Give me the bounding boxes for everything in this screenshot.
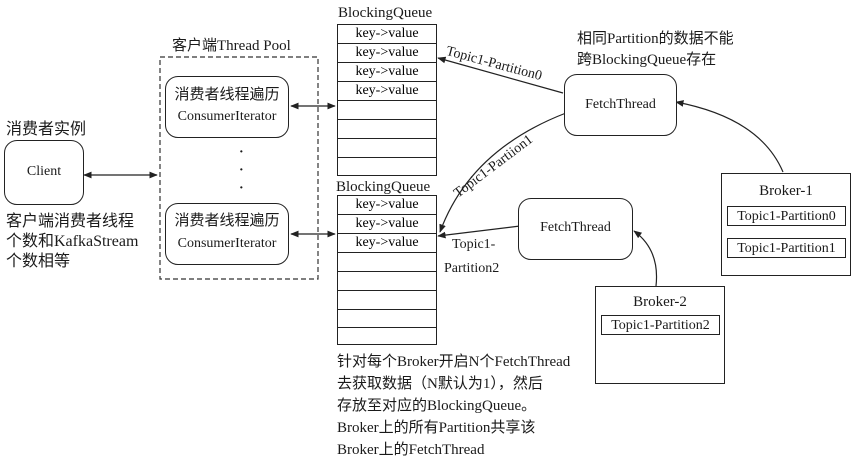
queue-top-slot — [338, 100, 436, 119]
queue-bottom-slot — [338, 271, 436, 290]
broker2-to-fetch-bottom-arrow — [633, 230, 658, 287]
queue-top-item-1: key->value — [338, 24, 436, 43]
queue-top-slot — [338, 138, 436, 157]
client-label: Client — [26, 164, 62, 179]
queue-top-slot — [338, 157, 436, 176]
queue-top-item-2: key->value — [338, 43, 436, 62]
queue-top-item-4: key->value — [338, 81, 436, 100]
queue-bottom-item-3: key->value — [338, 233, 436, 252]
broker-2: Broker-2 Topic1-Partition2 — [595, 286, 725, 384]
bottom-note-line-3: 存放至对应的BlockingQueue。 — [337, 398, 537, 414]
worker-bottom-line1: 消费者线程遍历 — [174, 213, 280, 229]
bottom-note-line-2: 去获取数据（N默认为1），然后 — [337, 376, 543, 392]
queue-bottom-item-2: key->value — [338, 214, 436, 233]
queue-bottom-item-1: key->value — [338, 195, 436, 214]
queue-bottom: key->value key->value key->value — [337, 195, 437, 345]
client-note-line-3: 个数相等 — [6, 253, 71, 270]
ellipsis-dot-3: · — [239, 181, 244, 196]
broker1-to-fetch-top-arrow — [675, 100, 784, 173]
queue-top-slot — [338, 119, 436, 138]
thread-pool-title: 客户端Thread Pool — [172, 38, 291, 54]
broker-1-partition-0: Topic1-Partition0 — [727, 206, 846, 226]
broker-2-partition-2: Topic1-Partition2 — [601, 315, 720, 335]
broker-2-partition-2-label: Topic1-Partition2 — [611, 318, 710, 333]
fetch-thread-top: FetchThread — [564, 74, 677, 136]
client-heading: 消费者实例 — [6, 121, 87, 138]
queue-top: key->value key->value key->value key->va… — [337, 24, 437, 176]
worker-top-line2: ConsumerIterator — [177, 109, 277, 124]
fetch-thread-bottom: FetchThread — [518, 198, 633, 260]
broker-1-title: Broker-1 — [759, 183, 813, 199]
worker-thread-bottom: 消费者线程遍历 ConsumerIterator — [165, 203, 289, 265]
client-note-line-1: 客户端消费者线程 — [6, 213, 135, 230]
bottom-note-line-5: Broker上的FetchThread — [337, 442, 485, 458]
kafka-consumer-diagram: 消费者实例 Client 客户端消费者线程 个数和KafkaStream 个数相… — [0, 0, 857, 471]
ellipsis-dot-1: · — [239, 145, 244, 160]
broker-1-partition-1: Topic1-Partition1 — [727, 238, 846, 258]
edge-label-partition2-line1: Topic1- — [452, 237, 496, 252]
queue-bottom-slot — [338, 309, 436, 327]
broker-1-partition-1-label: Topic1-Partition1 — [737, 241, 836, 256]
worker-thread-top: 消费者线程遍历 ConsumerIterator — [165, 76, 289, 138]
top-note-line-2: 跨BlockingQueue存在 — [577, 52, 717, 68]
client-node: Client — [4, 140, 84, 205]
worker-bottom-line2: ConsumerIterator — [177, 236, 277, 251]
queue-bottom-slot — [338, 290, 436, 309]
fetch-thread-top-label: FetchThread — [585, 97, 656, 112]
broker-1: Broker-1 Topic1-Partition0 Topic1-Partit… — [721, 173, 851, 276]
ellipsis-dot-2: · — [239, 163, 244, 178]
queue-bottom-slot — [338, 252, 436, 271]
edge-label-partition2-line2: Partition2 — [444, 261, 500, 276]
queue-top-title: BlockingQueue — [338, 5, 433, 21]
queue-bottom-title: BlockingQueue — [336, 179, 431, 195]
bottom-note-line-1: 针对每个Broker开启N个FetchThread — [337, 354, 571, 370]
fetch-thread-bottom-label: FetchThread — [540, 220, 611, 235]
fetch-bottom-to-queue-arrow — [437, 225, 521, 239]
broker-1-partition-0-label: Topic1-Partition0 — [737, 209, 836, 224]
queue-top-item-3: key->value — [338, 62, 436, 81]
worker-top-line1: 消费者线程遍历 — [174, 87, 280, 103]
client-note-line-2: 个数和KafkaStream — [6, 233, 139, 250]
broker-2-title: Broker-2 — [633, 294, 687, 310]
queue-bottom-slot — [338, 327, 436, 345]
top-note-line-1: 相同Partition的数据不能 — [577, 31, 734, 47]
bottom-note-line-4: Broker上的所有Partition共享该 — [337, 420, 536, 436]
